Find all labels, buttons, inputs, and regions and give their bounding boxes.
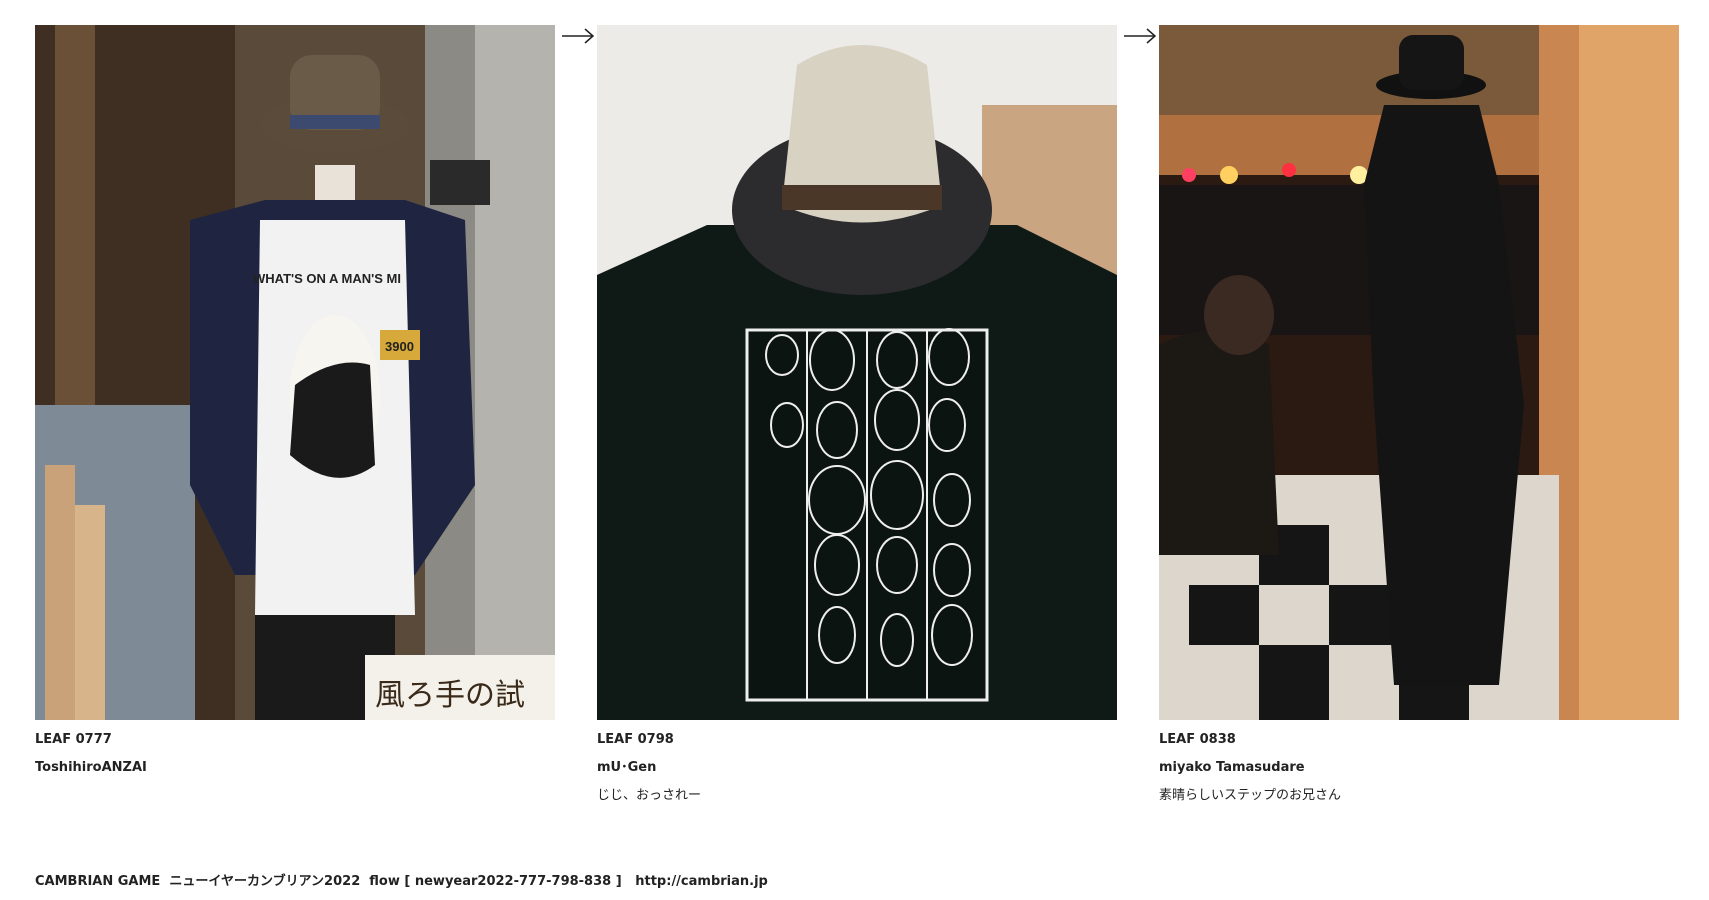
leaf-author[interactable]: mU･Gen bbox=[597, 761, 1117, 775]
leaf-card-0798: LEAF 0798 mU･Gen じじ、おっされー bbox=[597, 25, 1117, 803]
leaf-code: LEAF 0798 bbox=[597, 732, 674, 747]
live-stage-photo bbox=[1159, 25, 1679, 720]
flow-footer: CAMBRIAN GAME ニューイヤーカンブリアン2022 flow [ ne… bbox=[35, 870, 768, 889]
tshirt-hat-photo bbox=[597, 25, 1117, 720]
leaf-photo-0838[interactable] bbox=[1159, 25, 1679, 720]
right-arrow-icon bbox=[1124, 28, 1157, 44]
right-arrow-icon bbox=[562, 28, 595, 44]
leaf-comment: じじ、おっされー bbox=[597, 788, 702, 803]
leaf-code: LEAF 0777 bbox=[35, 732, 112, 747]
leaf-author[interactable]: miyako Tamasudare bbox=[1159, 761, 1679, 775]
mannequin-hat-photo: WHAT'S ON A MAN'S MI 3900 風ろ手の試 bbox=[35, 25, 555, 720]
svg-text:風ろ手の試: 風ろ手の試 bbox=[375, 678, 525, 713]
leaf-comment: 素晴らしいステップのお兄さん bbox=[1159, 788, 1342, 803]
footer-url-link[interactable]: http://cambrian.jp bbox=[635, 874, 768, 889]
leaf-photo-0777[interactable]: WHAT'S ON A MAN'S MI 3900 風ろ手の試 bbox=[35, 25, 555, 720]
leaf-card-0777: WHAT'S ON A MAN'S MI 3900 風ろ手の試 LEAF 077… bbox=[35, 25, 555, 789]
leaf-photo-0798[interactable] bbox=[597, 25, 1117, 720]
svg-text:WHAT'S ON A MAN'S MI: WHAT'S ON A MAN'S MI bbox=[253, 271, 401, 286]
leaf-card-0838: LEAF 0838 miyako Tamasudare 素晴らしいステップのお兄… bbox=[1159, 25, 1679, 803]
leaf-code: LEAF 0838 bbox=[1159, 732, 1236, 747]
svg-text:3900: 3900 bbox=[385, 339, 414, 354]
footer-title: CAMBRIAN GAME ニューイヤーカンブリアン2022 flow [ ne… bbox=[35, 874, 622, 889]
leaf-author[interactable]: ToshihiroANZAI bbox=[35, 761, 555, 775]
